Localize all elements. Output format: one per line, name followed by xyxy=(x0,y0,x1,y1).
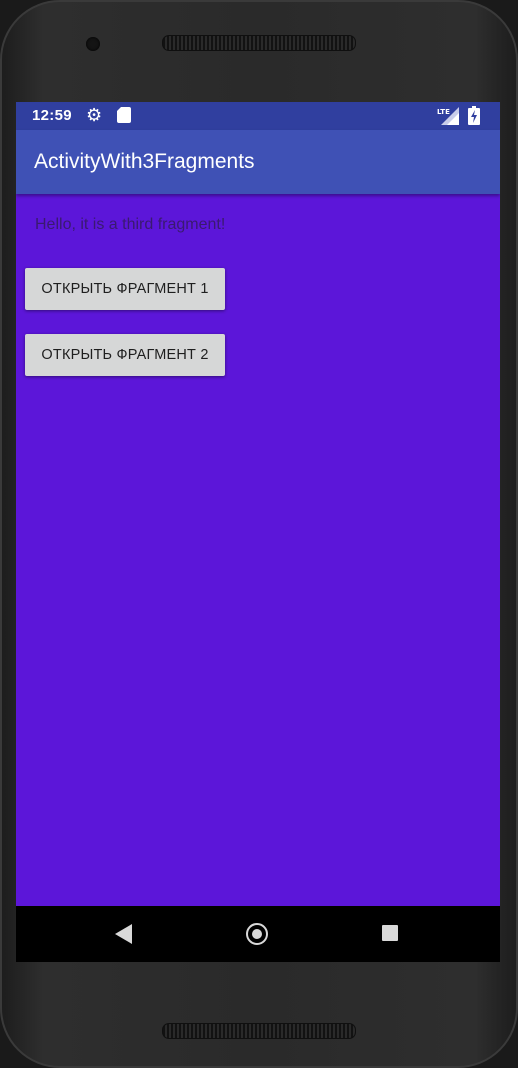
fragment-message: Hello, it is a third fragment! xyxy=(35,216,226,233)
device-screen: 12:59 ⚙ LTE ActivityWith3Fragments Hello… xyxy=(16,102,500,962)
bottom-speaker xyxy=(162,1023,356,1039)
open-fragment-2-button[interactable]: ОТКРЫТЬ ФРАГМЕНТ 2 xyxy=(25,334,225,376)
status-time: 12:59 xyxy=(32,107,72,124)
battery-icon xyxy=(468,106,480,125)
svg-text:LTE: LTE xyxy=(437,108,450,116)
sd-card-icon xyxy=(117,107,131,123)
home-dot xyxy=(252,929,262,939)
home-icon[interactable] xyxy=(246,923,268,945)
status-bar: 12:59 ⚙ LTE xyxy=(16,102,500,130)
open-fragment-1-button[interactable]: ОТКРЫТЬ ФРАГМЕНТ 1 xyxy=(25,268,225,310)
app-title: ActivityWith3Fragments xyxy=(34,150,255,173)
lte-signal-icon: LTE xyxy=(437,107,459,125)
back-icon[interactable] xyxy=(115,924,132,944)
recents-icon[interactable] xyxy=(382,925,398,941)
earpiece-speaker xyxy=(162,35,356,51)
phone-frame: 12:59 ⚙ LTE ActivityWith3Fragments Hello… xyxy=(0,0,518,1068)
navigation-bar xyxy=(16,906,500,962)
app-bar: ActivityWith3Fragments xyxy=(16,130,500,194)
front-camera xyxy=(86,37,100,51)
gear-icon: ⚙ xyxy=(86,105,103,125)
